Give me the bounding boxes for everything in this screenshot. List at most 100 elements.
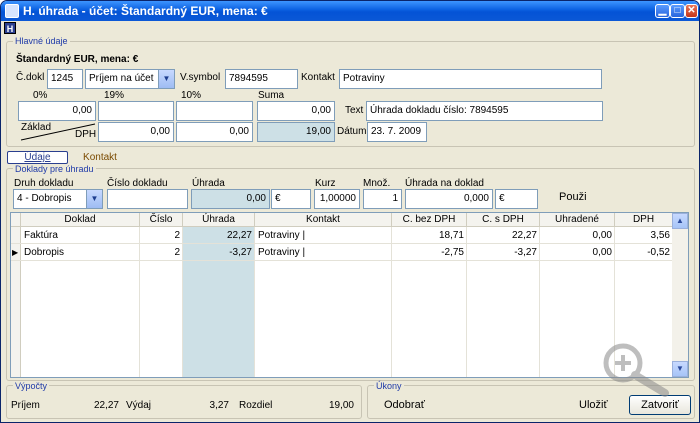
base-label: Základ [21,122,52,133]
cell-paid[interactable]: 0,00 [540,227,615,244]
col-header-contact[interactable]: Kontakt [255,213,392,227]
col-header-paid[interactable]: Uhradené [540,213,615,227]
documents-table: Doklad Číslo Úhrada Kontakt C. bez DPH C… [10,212,689,378]
account-line: Štandardný EUR, mena: € [16,54,139,65]
base-10-field[interactable] [176,101,253,121]
cell-payment[interactable]: -3,27 [183,244,255,261]
contact-field[interactable]: Potraviny [339,69,602,89]
doc-type-select[interactable]: Príjem na účet ▼ [85,69,175,89]
col-header-price-excl-vat[interactable]: C. bez DPH [392,213,467,227]
actions-title: Úkony [374,381,404,391]
difference-value: 19,00 [328,400,354,411]
contact-label: Kontakt [301,72,335,83]
cell-vat[interactable]: 3,56 [615,227,673,244]
qty-field[interactable]: 1 [363,189,402,209]
vat-19-field[interactable]: 0,00 [98,122,174,142]
discard-button[interactable]: Odobrať [384,399,425,411]
col-header-payment[interactable]: Úhrada [183,213,255,227]
income-value: 22,27 [93,400,119,411]
row-indicator-header [11,213,21,227]
cell-vat[interactable]: -0,52 [615,244,673,261]
payment-currency: € [271,189,311,209]
vat-header-19: 19% [104,90,125,101]
vat-label: DPH [75,129,97,140]
payment-window: H. úhrada - účet: Štandardný EUR, mena: … [0,0,700,423]
col-header-document[interactable]: Doklad [21,213,140,227]
col-header-vat[interactable]: DPH [615,213,673,227]
cell-document[interactable]: Faktúra [21,227,140,244]
vat-header-10: 10% [181,90,202,101]
text-field[interactable]: Úhrada dokladu číslo: 7894595 [366,101,603,121]
close-button[interactable]: ✕ [685,4,698,18]
doc-type-value: Príjem na účet [89,73,154,84]
doc-number-label: Číslo dokladu [107,178,168,189]
chevron-down-icon[interactable]: ▼ [86,190,102,208]
text-label: Text [345,105,364,116]
payment-label: Úhrada [192,178,225,189]
main-details-title: Hlavné údaje [13,36,70,46]
doc-kind-select[interactable]: 4 - Dobropis ▼ [13,189,103,209]
documents-title: Doklady pre úhradu [13,164,96,174]
vat-header-0: 0% [33,90,48,101]
cell-price-incl-vat[interactable]: -3,27 [467,244,540,261]
chevron-down-icon[interactable]: ▼ [158,70,174,88]
zoom-in-icon[interactable] [601,341,673,397]
vsymbol-label: V.symbol [180,72,221,83]
cell-number[interactable]: 2 [140,227,183,244]
sum-header: Suma [258,90,285,101]
doc-type-label: Druh dokladu [14,178,74,189]
save-button[interactable]: Uložiť [579,399,608,411]
base-0-field[interactable]: 0,00 [18,101,96,121]
doc-number-field[interactable] [107,189,188,209]
qty-label: Množ. [363,178,391,189]
col-header-price-incl-vat[interactable]: C. s DPH [467,213,540,227]
cell-payment[interactable]: 22,27 [183,227,255,244]
use-button[interactable]: Použi [559,191,587,203]
date-field[interactable]: 23. 7. 2009 [367,122,427,142]
base-sum-field[interactable]: 0,00 [257,101,335,121]
pay-doc-field[interactable]: 0,000 [405,189,493,209]
window-title: H. úhrada - účet: Štandardný EUR, mena: … [23,4,268,18]
income-label: Príjem [11,400,40,411]
cell-document[interactable]: Dobropis [21,244,140,261]
tab-contact[interactable]: Kontakt [81,152,119,164]
pay-doc-label: Úhrada na doklad [405,178,484,189]
menu-bar: H [1,21,699,35]
table-row[interactable]: Faktúra 2 22,27 Potraviny | 18,71 22,27 … [11,227,673,244]
vat-sum-field: 19,00 [257,122,335,142]
close-dialog-button[interactable]: Zatvoriť [629,395,691,415]
col-header-number[interactable]: Číslo [140,213,183,227]
rate-label: Kurz [315,178,336,189]
doc-no-label: Č.dokl [16,72,45,83]
minimize-button[interactable]: ▁ [655,4,670,18]
tab-details[interactable]: Údaje [7,151,68,164]
cell-number[interactable]: 2 [140,244,183,261]
scroll-down-icon[interactable]: ▼ [672,361,688,377]
base-19-field[interactable] [98,101,174,121]
table-header: Doklad Číslo Úhrada Kontakt C. bez DPH C… [11,213,673,227]
cell-price-incl-vat[interactable]: 22,27 [467,227,540,244]
app-icon [5,4,19,18]
vsymbol-field[interactable]: 7894595 [225,69,298,89]
cell-contact[interactable]: Potraviny | [255,227,392,244]
scroll-up-icon[interactable]: ▲ [672,213,688,229]
table-scrollbar[interactable]: ▲ ▼ [672,213,688,377]
doc-no-field[interactable]: 1245 [47,69,83,89]
title-bar[interactable]: H. úhrada - účet: Štandardný EUR, mena: … [1,1,699,21]
row-pointer-icon: ▶ [12,248,19,257]
vat-10-field[interactable]: 0,00 [176,122,253,142]
cell-price-excl-vat[interactable]: 18,71 [392,227,467,244]
date-label: Dátum [337,126,367,137]
cell-paid[interactable]: 0,00 [540,244,615,261]
pay-doc-currency: € [495,189,538,209]
difference-label: Rozdiel [239,400,273,411]
maximize-button[interactable]: □ [670,4,685,18]
doc-kind-value: 4 - Dobropis [17,193,72,204]
rate-field[interactable]: 1,00000 [314,189,360,209]
cell-contact[interactable]: Potraviny | [255,244,392,261]
cell-price-excl-vat[interactable]: -2,75 [392,244,467,261]
payment-field: 0,00 [191,189,270,209]
calculations-title: Výpočty [13,381,50,391]
h-menu-button[interactable]: H [4,22,16,34]
table-row[interactable]: ▶ Dobropis 2 -3,27 Potraviny | -2,75 -3,… [11,244,673,261]
